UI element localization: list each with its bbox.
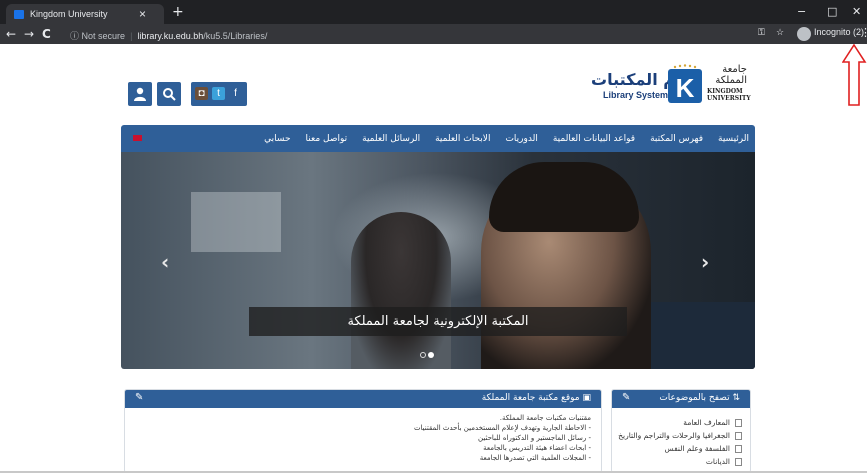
search-icon [163, 88, 176, 101]
subject-label: المعارف العامة [683, 418, 730, 427]
kingdom-university-logo-icon[interactable]: K [667, 64, 703, 104]
profile-label[interactable]: Incognito (2) [814, 27, 864, 37]
panel-title: موقع مكتبة جامعة المملكة ▣ [481, 393, 591, 403]
library-system-title-en: Library System [603, 90, 669, 100]
panel-title: تصفح بالموضوعات ⇅ [659, 393, 740, 403]
facebook-icon[interactable]: f [229, 87, 242, 100]
browser-tab-bar: Kingdom University × + − □ ✕ [0, 0, 867, 24]
url-host: library.ku.edu.bh [137, 31, 204, 41]
hero-slider: ‹ › المكتبة الإلكترونية لجامعة المملكة [121, 152, 755, 369]
nav-item-home[interactable]: الرئيسية [718, 134, 749, 144]
forward-button[interactable]: → [24, 27, 34, 41]
subject-item[interactable]: الفلسفة وعلم النفس [612, 442, 742, 455]
nav-item-periodicals[interactable]: الدوريات [505, 134, 537, 144]
university-name-en-line1: KINGDOM [707, 88, 743, 95]
back-button[interactable]: ← [6, 27, 16, 41]
document-icon [735, 419, 742, 427]
twitter-icon[interactable]: t [212, 87, 225, 100]
slider-dot[interactable] [420, 352, 426, 358]
document-icon [735, 445, 742, 453]
edit-icon[interactable]: ✎ [622, 392, 630, 403]
library-site-panel: ✎ موقع مكتبة جامعة المملكة ▣ مقتنيات مكت… [124, 389, 602, 473]
browser-tab[interactable]: Kingdom University × [6, 4, 164, 24]
browser-menu-icon[interactable]: ⋮ [860, 26, 867, 39]
address-bar-input[interactable]: ⓘ Not secure | library.ku.edu.bh/ku5.5/Lib… [70, 27, 770, 42]
security-label: Not secure [81, 31, 126, 41]
subject-label: الديانات [705, 457, 730, 466]
main-navbar: الرئيسية فهرس المكتبة قواعد البيانات الع… [121, 125, 755, 152]
panel-header: ✎ موقع مكتبة جامعة المملكة ▣ [125, 390, 601, 408]
search-button[interactable] [157, 82, 181, 106]
subject-label: الجغرافيا والرحلات والتراجم والتاريخ [618, 431, 730, 440]
user-button[interactable] [128, 82, 152, 106]
hero-photo-person-back [351, 212, 451, 369]
nav-item-account[interactable]: حسابي [264, 134, 290, 144]
document-icon [735, 458, 742, 466]
library-site-title: موقع مكتبة جامعة المملكة [481, 393, 580, 403]
university-name-en-line2: UNIVERSITY [707, 95, 751, 102]
nav-item-research[interactable]: الابحاث العلمية [435, 134, 490, 144]
nav-item-contact[interactable]: تواصل معنا [306, 134, 348, 144]
reload-button[interactable]: C [42, 27, 51, 41]
subjects-list: المعارف العامة الجغرافيا والرحلات والترا… [612, 408, 750, 468]
list-item: - رسائل الماجستير و الدكتوراه للباحثين [478, 434, 591, 442]
tab-close-icon[interactable]: × [139, 7, 146, 21]
browse-subjects-title: تصفح بالموضوعات [659, 393, 730, 403]
minimize-button[interactable]: − [797, 5, 806, 18]
nav-item-databases[interactable]: قواعد البيانات العالمية [553, 134, 635, 144]
favicon-icon [14, 10, 24, 19]
browser-toolbar: ← → C ⓘ Not secure | library.ku.edu.bh/ku5… [0, 24, 867, 44]
slider-prev-button[interactable]: ‹ [161, 250, 169, 274]
slider-dot-active[interactable] [428, 352, 434, 358]
nav-item-theses[interactable]: الرسائل العلمية [362, 134, 420, 144]
svg-text:K: K [676, 73, 695, 103]
incognito-icon[interactable] [797, 27, 811, 41]
subject-label: الفلسفة وعلم النفس [664, 444, 730, 453]
university-name-ar: جامعة المملكة [715, 64, 747, 86]
subject-item[interactable]: الديانات [612, 455, 742, 468]
list-item: - ابحاث اعضاء هيئة التدريس بالجامعة [483, 444, 591, 452]
browse-subjects-panel: ✎ تصفح بالموضوعات ⇅ المعارف العامة الجغر… [611, 389, 751, 473]
slider-next-button[interactable]: › [701, 250, 709, 274]
panel-header: ✎ تصفح بالموضوعات ⇅ [612, 390, 750, 408]
university-name-en: KINGDOM UNIVERSITY [707, 88, 751, 102]
list-item: مقتنيات مكتبات جامعة المملكة. [499, 414, 591, 422]
subject-item[interactable]: المعارف العامة [612, 416, 742, 429]
slider-dots [420, 343, 436, 362]
url-path: /ku5.5/Libraries/ [203, 31, 268, 41]
instagram-icon[interactable]: ◘ [195, 87, 208, 100]
list-item: - المجلات العلمية التي تصدرها الجامعة [479, 454, 591, 462]
annotation-arrow-icon [842, 44, 867, 106]
document-icon [735, 432, 742, 440]
window-close-button[interactable]: ✕ [852, 5, 861, 18]
slider-caption: المكتبة الإلكترونية لجامعة المملكة [249, 307, 627, 336]
key-icon[interactable]: ⚿ [758, 27, 765, 38]
info-icon: ⓘ [70, 31, 80, 41]
subject-item[interactable]: الجغرافيا والرحلات والتراجم والتاريخ [612, 429, 742, 442]
tab-title: Kingdom University [30, 9, 108, 19]
nav-item-catalog[interactable]: فهرس المكتبة [650, 134, 703, 144]
nav-menu: الرئيسية فهرس المكتبة قواعد البيانات الع… [264, 125, 749, 152]
new-tab-button[interactable]: + [172, 4, 184, 20]
library-site-list: مقتنيات مكتبات جامعة المملكة. - الاحاطة … [125, 408, 601, 463]
maximize-button[interactable]: □ [827, 5, 837, 18]
star-icon[interactable]: ☆ [776, 27, 784, 38]
user-icon [134, 87, 146, 101]
edit-icon[interactable]: ✎ [135, 392, 143, 403]
social-links: ◘ t f [191, 82, 247, 106]
hero-photo-screen [191, 192, 281, 252]
uk-flag-icon[interactable] [133, 135, 142, 141]
list-item: - الاحاطة الجارية وتهدف لإعلام المستخدمي… [413, 424, 591, 432]
hero-photo-hair [489, 162, 639, 232]
